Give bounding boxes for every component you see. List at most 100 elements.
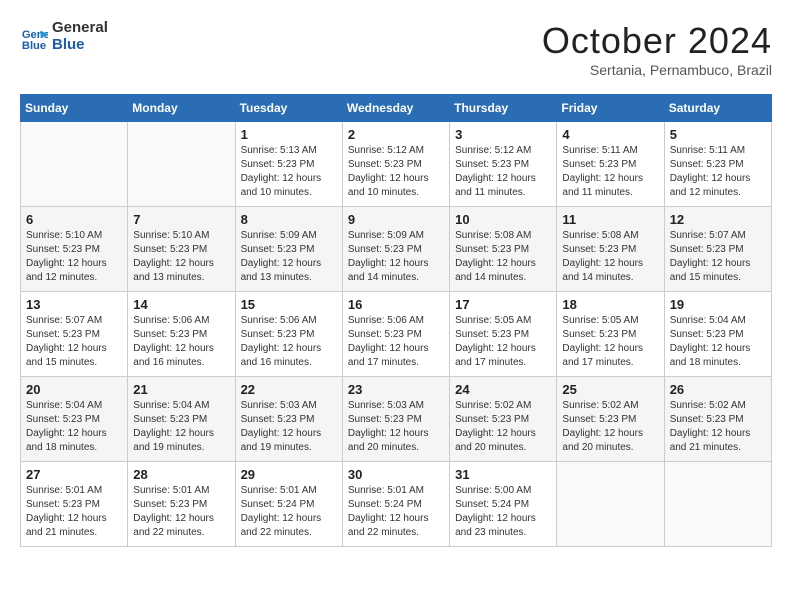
day-info: Sunrise: 5:02 AM Sunset: 5:23 PM Dayligh…: [670, 399, 766, 455]
day-number: 10: [455, 212, 551, 227]
day-number: 29: [241, 467, 337, 482]
day-number: 7: [133, 212, 229, 227]
day-info: Sunrise: 5:02 AM Sunset: 5:23 PM Dayligh…: [455, 399, 551, 455]
day-info: Sunrise: 5:07 AM Sunset: 5:23 PM Dayligh…: [670, 229, 766, 285]
calendar-cell: 14 Sunrise: 5:06 AM Sunset: 5:23 PM Dayli…: [128, 292, 235, 377]
day-info: Sunrise: 5:06 AM Sunset: 5:23 PM Dayligh…: [348, 314, 444, 370]
calendar-body: 1 Sunrise: 5:13 AM Sunset: 5:23 PM Daylig…: [21, 122, 772, 547]
calendar-cell: 8 Sunrise: 5:09 AM Sunset: 5:23 PM Daylig…: [235, 207, 342, 292]
logo-line2: Blue: [52, 37, 108, 54]
day-number: 17: [455, 297, 551, 312]
calendar-cell: 26 Sunrise: 5:02 AM Sunset: 5:23 PM Dayli…: [664, 377, 771, 462]
calendar-cell: 19Sunrise: 5:04 AM Sunset: 5:23 PM Dayli…: [664, 292, 771, 377]
weekday-header-saturday: Saturday: [664, 95, 771, 122]
logo-icon: General Blue: [20, 23, 48, 51]
calendar-cell: 17 Sunrise: 5:05 AM Sunset: 5:23 PM Dayli…: [450, 292, 557, 377]
day-info: Sunrise: 5:12 AM Sunset: 5:23 PM Dayligh…: [348, 144, 444, 200]
day-info: Sunrise: 5:11 AM Sunset: 5:23 PM Dayligh…: [670, 144, 766, 200]
day-info: Sunrise: 5:06 AM Sunset: 5:23 PM Dayligh…: [241, 314, 337, 370]
day-info: Sunrise: 5:10 AM Sunset: 5:23 PM Dayligh…: [133, 229, 229, 285]
day-number: 13: [26, 297, 122, 312]
day-number: 16: [348, 297, 444, 312]
day-number: 26: [670, 382, 766, 397]
day-number: 20: [26, 382, 122, 397]
month-title: October 2024: [542, 20, 772, 62]
day-info: Sunrise: 5:07 AM Sunset: 5:23 PM Dayligh…: [26, 314, 122, 370]
weekday-header-friday: Friday: [557, 95, 664, 122]
day-info: Sunrise: 5:04 AM Sunset: 5:23 PM Dayligh…: [26, 399, 122, 455]
day-info: Sunrise: 5:09 AM Sunset: 5:23 PM Dayligh…: [348, 229, 444, 285]
calendar-cell: [21, 122, 128, 207]
day-number: 27: [26, 467, 122, 482]
page-header: General Blue General Blue October 2024 S…: [20, 20, 772, 78]
day-info: Sunrise: 5:04 AM Sunset: 5:23 PM Dayligh…: [133, 399, 229, 455]
calendar-week-row: 6 Sunrise: 5:10 AM Sunset: 5:23 PM Daylig…: [21, 207, 772, 292]
calendar-cell: 18 Sunrise: 5:05 AM Sunset: 5:23 PM Dayli…: [557, 292, 664, 377]
day-info: Sunrise: 5:06 AM Sunset: 5:23 PM Dayligh…: [133, 314, 229, 370]
day-number: 24: [455, 382, 551, 397]
day-info: Sunrise: 5:13 AM Sunset: 5:23 PM Dayligh…: [241, 144, 337, 200]
day-number: 8: [241, 212, 337, 227]
day-info: Sunrise: 5:08 AM Sunset: 5:23 PM Dayligh…: [562, 229, 658, 285]
calendar-week-row: 27 Sunrise: 5:01 AM Sunset: 5:23 PM Dayli…: [21, 462, 772, 547]
calendar-cell: 23Sunrise: 5:03 AM Sunset: 5:23 PM Dayli…: [342, 377, 449, 462]
weekday-header-monday: Monday: [128, 95, 235, 122]
day-number: 1: [241, 127, 337, 142]
day-info: Sunrise: 5:04 AM Sunset: 5:23 PM Dayligh…: [670, 314, 766, 370]
day-number: 28: [133, 467, 229, 482]
calendar-cell: 30Sunrise: 5:01 AM Sunset: 5:24 PM Dayli…: [342, 462, 449, 547]
day-number: 9: [348, 212, 444, 227]
day-number: 21: [133, 382, 229, 397]
calendar-cell: 28 Sunrise: 5:01 AM Sunset: 5:23 PM Dayli…: [128, 462, 235, 547]
day-info: Sunrise: 5:05 AM Sunset: 5:23 PM Dayligh…: [562, 314, 658, 370]
calendar-cell: 22Sunrise: 5:03 AM Sunset: 5:23 PM Dayli…: [235, 377, 342, 462]
calendar-cell: 12Sunrise: 5:07 AM Sunset: 5:23 PM Dayli…: [664, 207, 771, 292]
calendar-cell: 31Sunrise: 5:00 AM Sunset: 5:24 PM Dayli…: [450, 462, 557, 547]
calendar-cell: [664, 462, 771, 547]
day-info: Sunrise: 5:01 AM Sunset: 5:23 PM Dayligh…: [26, 484, 122, 540]
day-info: Sunrise: 5:01 AM Sunset: 5:24 PM Dayligh…: [348, 484, 444, 540]
day-info: Sunrise: 5:10 AM Sunset: 5:23 PM Dayligh…: [26, 229, 122, 285]
day-number: 25: [562, 382, 658, 397]
calendar-cell: [128, 122, 235, 207]
calendar-table: SundayMondayTuesdayWednesdayThursdayFrid…: [20, 94, 772, 547]
calendar-cell: 20 Sunrise: 5:04 AM Sunset: 5:23 PM Dayli…: [21, 377, 128, 462]
calendar-cell: 5Sunrise: 5:11 AM Sunset: 5:23 PM Daylig…: [664, 122, 771, 207]
day-info: Sunrise: 5:11 AM Sunset: 5:23 PM Dayligh…: [562, 144, 658, 200]
calendar-cell: 6 Sunrise: 5:10 AM Sunset: 5:23 PM Daylig…: [21, 207, 128, 292]
calendar-cell: 11 Sunrise: 5:08 AM Sunset: 5:23 PM Dayli…: [557, 207, 664, 292]
day-info: Sunrise: 5:09 AM Sunset: 5:23 PM Dayligh…: [241, 229, 337, 285]
location-subtitle: Sertania, Pernambuco, Brazil: [542, 62, 772, 78]
day-info: Sunrise: 5:08 AM Sunset: 5:23 PM Dayligh…: [455, 229, 551, 285]
day-info: Sunrise: 5:01 AM Sunset: 5:23 PM Dayligh…: [133, 484, 229, 540]
day-number: 14: [133, 297, 229, 312]
calendar-cell: 1 Sunrise: 5:13 AM Sunset: 5:23 PM Daylig…: [235, 122, 342, 207]
calendar-cell: 24 Sunrise: 5:02 AM Sunset: 5:23 PM Dayli…: [450, 377, 557, 462]
day-number: 4: [562, 127, 658, 142]
day-number: 2: [348, 127, 444, 142]
weekday-header-wednesday: Wednesday: [342, 95, 449, 122]
day-info: Sunrise: 5:12 AM Sunset: 5:23 PM Dayligh…: [455, 144, 551, 200]
calendar-cell: 3Sunrise: 5:12 AM Sunset: 5:23 PM Daylig…: [450, 122, 557, 207]
title-block: October 2024 Sertania, Pernambuco, Brazi…: [542, 20, 772, 78]
day-info: Sunrise: 5:01 AM Sunset: 5:24 PM Dayligh…: [241, 484, 337, 540]
calendar-cell: 13 Sunrise: 5:07 AM Sunset: 5:23 PM Dayli…: [21, 292, 128, 377]
day-number: 18: [562, 297, 658, 312]
calendar-cell: 15 Sunrise: 5:06 AM Sunset: 5:23 PM Dayli…: [235, 292, 342, 377]
day-number: 22: [241, 382, 337, 397]
weekday-header-thursday: Thursday: [450, 95, 557, 122]
calendar-cell: 7 Sunrise: 5:10 AM Sunset: 5:23 PM Daylig…: [128, 207, 235, 292]
day-number: 31: [455, 467, 551, 482]
day-number: 11: [562, 212, 658, 227]
calendar-cell: 10 Sunrise: 5:08 AM Sunset: 5:23 PM Dayli…: [450, 207, 557, 292]
logo: General Blue General Blue: [20, 20, 108, 53]
calendar-cell: 21 Sunrise: 5:04 AM Sunset: 5:23 PM Dayli…: [128, 377, 235, 462]
day-number: 6: [26, 212, 122, 227]
svg-text:Blue: Blue: [22, 40, 46, 51]
calendar-week-row: 13 Sunrise: 5:07 AM Sunset: 5:23 PM Dayli…: [21, 292, 772, 377]
calendar-cell: [557, 462, 664, 547]
calendar-cell: 29 Sunrise: 5:01 AM Sunset: 5:24 PM Dayli…: [235, 462, 342, 547]
day-info: Sunrise: 5:03 AM Sunset: 5:23 PM Dayligh…: [348, 399, 444, 455]
day-number: 15: [241, 297, 337, 312]
day-info: Sunrise: 5:05 AM Sunset: 5:23 PM Dayligh…: [455, 314, 551, 370]
